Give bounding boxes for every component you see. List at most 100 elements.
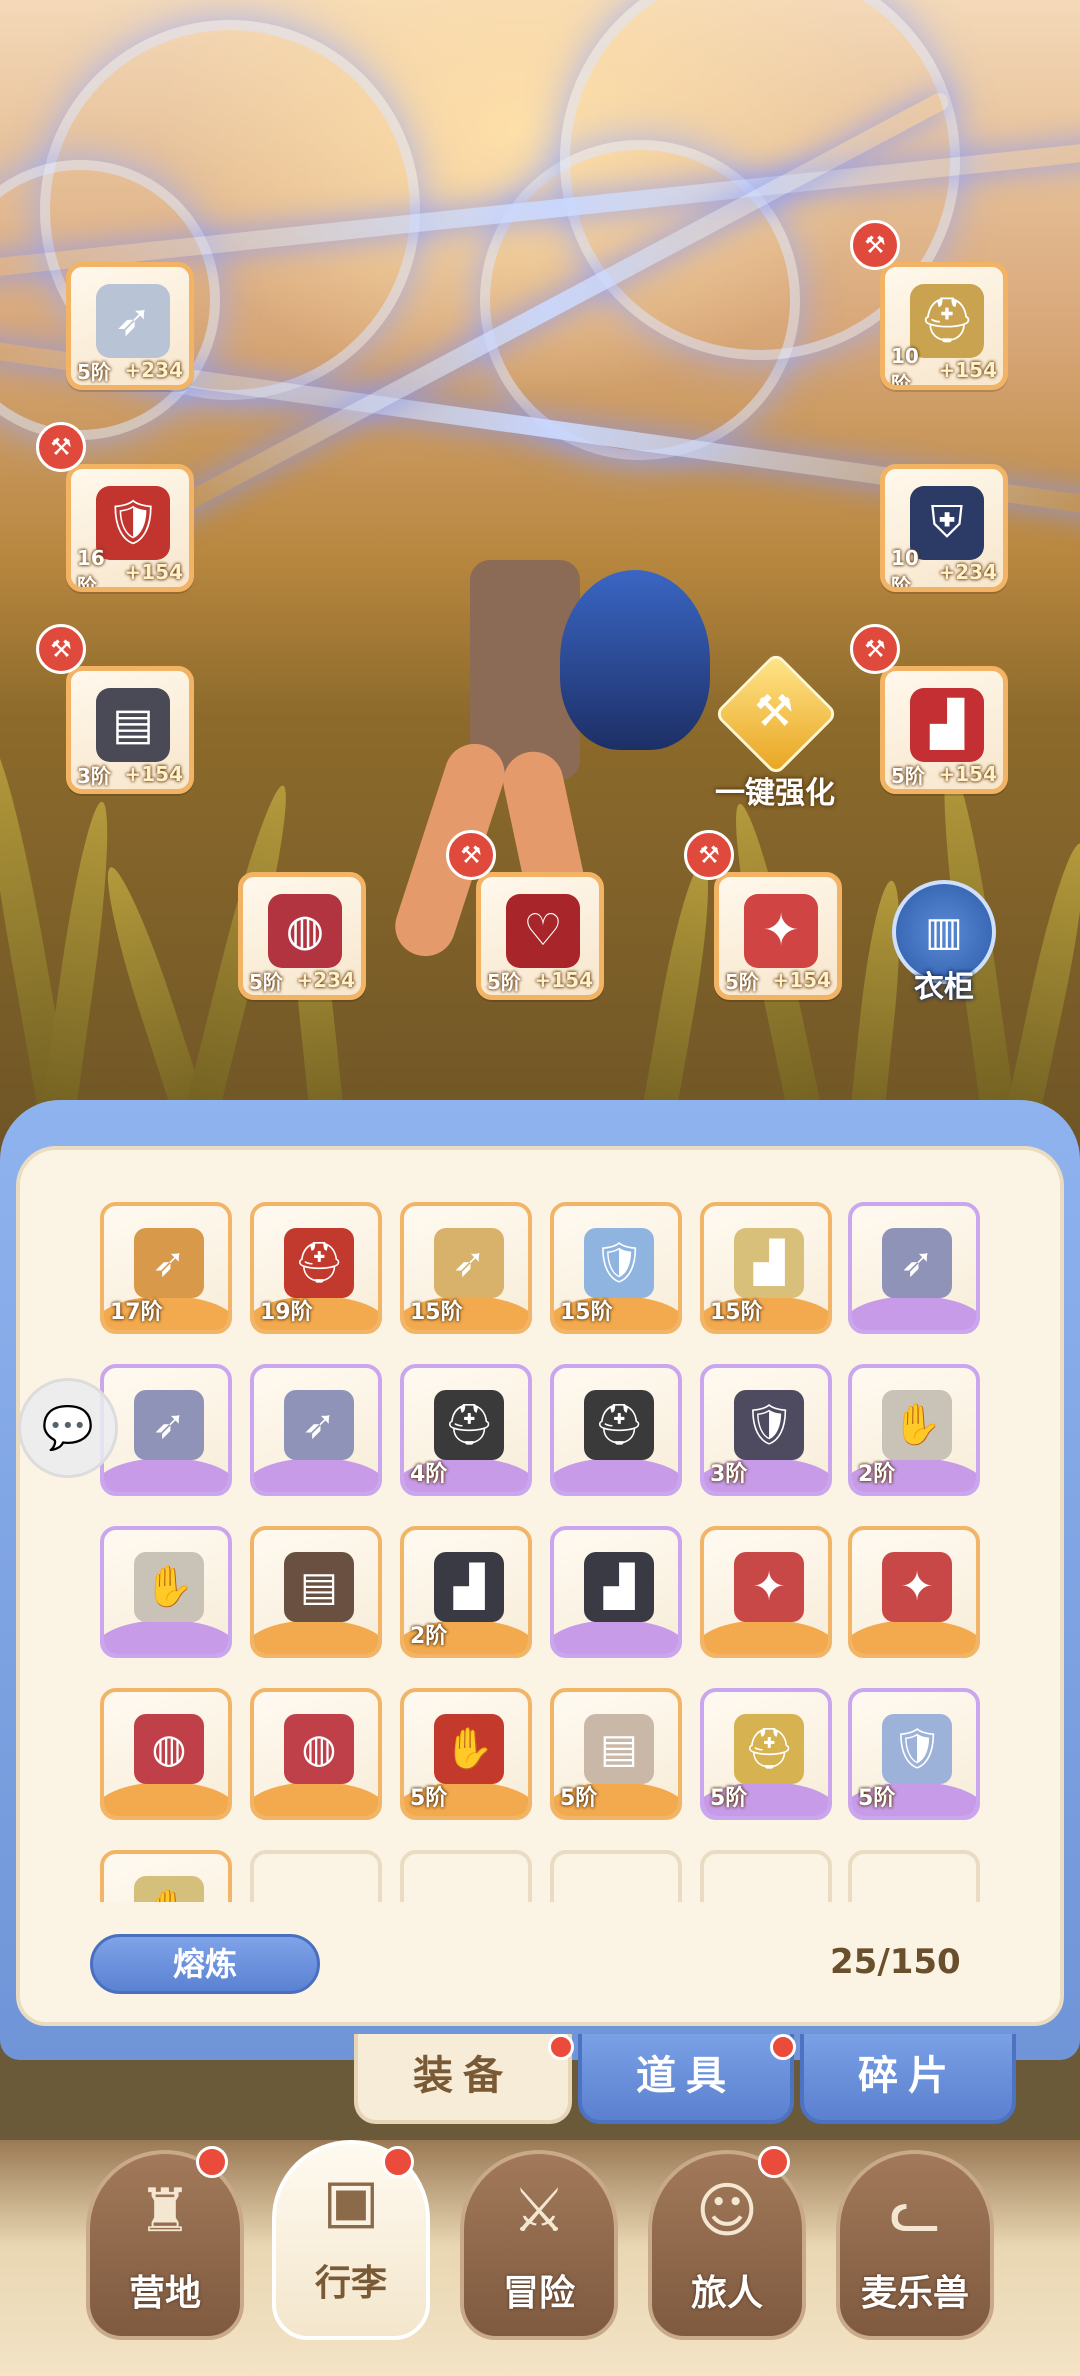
equipped-shoulder-slot[interactable]: ⛨ 10阶 +234 (880, 464, 1008, 592)
tab-fragments[interactable]: 碎片 (800, 2034, 1016, 2124)
equipped-helmet-slot[interactable]: ⛑ 10阶 +154 (880, 262, 1008, 390)
upgrade-hammer-icon[interactable]: ⚒ (684, 830, 734, 880)
inventory-item[interactable]: ⛑ 19阶 (250, 1202, 382, 1334)
equipped-necklace-stats: 5阶 +154 (481, 965, 599, 995)
bow-icon: ➶ (274, 1380, 364, 1470)
equipped-chest-stats: 16阶 +154 (71, 546, 189, 588)
item-tier: 5阶 (858, 1786, 896, 1811)
equipped-shoulder-stats: 10阶 +234 (885, 546, 1003, 588)
inventory-item[interactable]: ⛑ (550, 1364, 682, 1496)
equipped-necklace-bonus: +154 (534, 968, 593, 992)
inventory-item[interactable]: ◍ (250, 1688, 382, 1820)
inventory-item[interactable]: 🛡 15阶 (550, 1202, 682, 1334)
upgrade-hammer-icon[interactable]: ⚒ (446, 830, 496, 880)
inventory-item[interactable]: ✋ 5阶 (400, 1688, 532, 1820)
upgrade-hammer-icon[interactable]: ⚒ (850, 220, 900, 270)
equipped-pants-stats: 3阶 +154 (71, 759, 189, 789)
equipped-amulet-tier: 5阶 (725, 969, 759, 994)
equipped-boots-stats: 5阶 +154 (885, 759, 1003, 789)
equipped-chest-tier: 16阶 (77, 545, 105, 592)
inventory-item[interactable]: ▟ 2阶 (400, 1526, 532, 1658)
tab-items[interactable]: 道具 (578, 2034, 794, 2124)
inventory-item[interactable]: ➶ 17阶 (100, 1202, 232, 1334)
quick-strengthen-button[interactable]: ⚒ 一键强化 (700, 651, 850, 811)
cat-icon: ᓚ (889, 2176, 941, 2246)
nav-cat[interactable]: ᓚ 麦乐兽 (836, 2150, 994, 2340)
nav-label: 行李 (314, 2263, 387, 2304)
inventory-item[interactable]: ➶ (848, 1202, 980, 1334)
nav-label: 营地 (128, 2273, 201, 2314)
boots-icon: ▟ (574, 1542, 664, 1632)
equipped-helmet-bonus: +154 (938, 358, 997, 382)
equipped-amulet-bonus: +154 (772, 968, 831, 992)
inventory-empty-slot (250, 1850, 382, 1902)
equipped-helmet-tier: 10阶 (891, 343, 919, 390)
chat-bubble-icon[interactable]: 💬 (18, 1378, 118, 1478)
inventory-item[interactable]: ⛑ 4阶 (400, 1364, 532, 1496)
inventory-item[interactable]: ▤ 5阶 (550, 1688, 682, 1820)
nav-notification-badge (382, 2146, 414, 2178)
inventory-item[interactable]: ✦ (700, 1526, 832, 1658)
inventory-item[interactable]: ➶ (250, 1364, 382, 1496)
necklace-icon: ♡ (499, 887, 587, 975)
inventory-item[interactable]: ➶ 15阶 (400, 1202, 532, 1334)
nav-traveler[interactable]: ☺ 旅人 (648, 2150, 806, 2340)
inventory-item[interactable]: ➶ (100, 1364, 232, 1496)
tab-equipment-label: 装备 (413, 2053, 513, 2099)
upgrade-hammer-icon[interactable]: ⚒ (36, 624, 86, 674)
item-tier: 5阶 (710, 1786, 748, 1811)
inventory-grid[interactable]: ➶ 17阶 ⛑ 19阶 ➶ 15阶 🛡 15阶 ▟ 15阶 ➶ ➶ ➶ ⛑ 4阶 ⛑ 🛡 3阶 ✋ 2阶 ✋ ▤ ▟ 2阶 ▟ ✦… (100, 1202, 980, 1902)
item-tier: 2阶 (410, 1624, 448, 1649)
item-tier: 4阶 (410, 1462, 448, 1487)
crossed-swords-icon: ⚔ (512, 2176, 566, 2246)
nav-crossed-swords[interactable]: ⚔ 冒险 (460, 2150, 618, 2340)
item-tier: 15阶 (710, 1300, 763, 1325)
equipped-ring-slot[interactable]: ◍ 5阶 +234 (238, 872, 366, 1000)
upgrade-hammer-icon[interactable]: ⚒ (36, 422, 86, 472)
pants-icon: ▤ (274, 1542, 364, 1632)
inventory-item[interactable]: ▟ (550, 1526, 682, 1658)
equipped-bow-stats: 5阶 +234 (71, 355, 189, 385)
equipped-pants-slot[interactable]: ▤ 3阶 +154 (66, 666, 194, 794)
upgrade-hammer-icon[interactable]: ⚒ (850, 624, 900, 674)
gauntlet-icon: ✋ (124, 1866, 214, 1902)
equipped-amulet-slot[interactable]: ✦ 5阶 +154 (714, 872, 842, 1000)
equipped-bow-slot[interactable]: ➶ 5阶 +234 (66, 262, 194, 390)
smelt-button[interactable]: 熔炼 (90, 1934, 320, 1994)
inventory-item[interactable]: ▤ (250, 1526, 382, 1658)
item-tier: 15阶 (410, 1300, 463, 1325)
castle-icon: ♜ (138, 2176, 192, 2246)
hammer-icon: ⚒ (754, 686, 794, 737)
bow-icon: ➶ (89, 277, 177, 365)
inventory-item[interactable]: ✦ (848, 1526, 980, 1658)
inventory-capacity: 25/150 (830, 1942, 961, 1982)
equipped-necklace-slot[interactable]: ♡ 5阶 +154 (476, 872, 604, 1000)
wardrobe-button[interactable]: ▥ 衣柜 (888, 880, 1000, 1005)
inventory-item[interactable]: ✋ (100, 1526, 232, 1658)
item-tier: 19阶 (260, 1300, 313, 1325)
inventory-item[interactable]: ▟ 15阶 (700, 1202, 832, 1334)
nav-label: 旅人 (690, 2273, 763, 2314)
equipped-ring-stats: 5阶 +234 (243, 965, 361, 995)
amulet-icon: ✦ (872, 1542, 962, 1632)
item-tier: 2阶 (858, 1462, 896, 1487)
inventory-item[interactable]: 🛡 3阶 (700, 1364, 832, 1496)
boots-icon: ▟ (903, 681, 991, 769)
item-tier: 3阶 (710, 1462, 748, 1487)
tab-equipment[interactable]: 装备 (354, 2034, 572, 2124)
amulet-icon: ✦ (724, 1542, 814, 1632)
inventory-item[interactable]: ✋ 2阶 (848, 1364, 980, 1496)
equipped-chest-slot[interactable]: 🛡 16阶 +154 (66, 464, 194, 592)
item-tier: 5阶 (560, 1786, 598, 1811)
inventory-empty-slot (550, 1850, 682, 1902)
inventory-item[interactable]: ◍ (100, 1688, 232, 1820)
inventory-item[interactable]: ⛑ 5阶 (700, 1688, 832, 1820)
inventory-item[interactable]: 🛡 5阶 (848, 1688, 980, 1820)
equipped-boots-slot[interactable]: ▟ 5阶 +154 (880, 666, 1008, 794)
equipped-bow-bonus: +234 (124, 358, 183, 382)
equipped-bow-tier: 5阶 (77, 359, 111, 384)
tab-items-badge (770, 2034, 796, 2060)
inventory-item[interactable]: ✋ (100, 1850, 232, 1902)
nav-castle[interactable]: ♜ 营地 (86, 2150, 244, 2340)
tab-items-label: 道具 (636, 2053, 736, 2099)
